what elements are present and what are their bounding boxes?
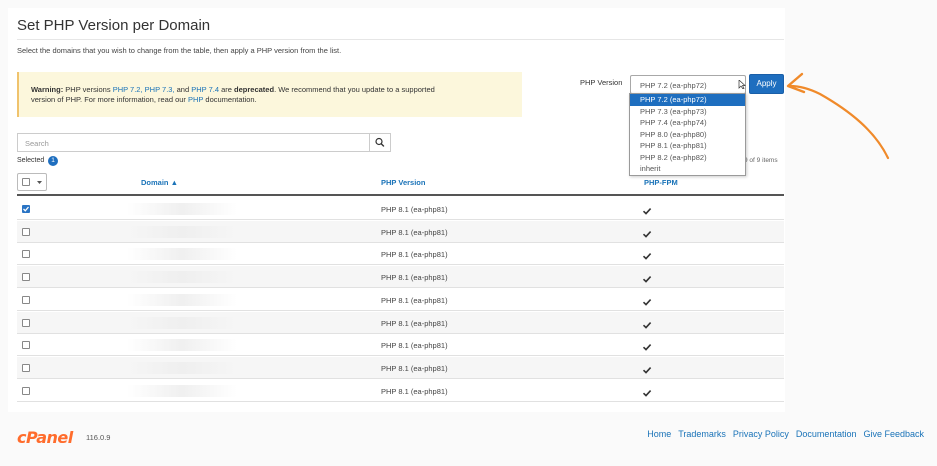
dropdown-option[interactable]: inherit	[630, 163, 745, 175]
footer-link-feedback[interactable]: Give Feedback	[863, 429, 924, 439]
checkmark-icon	[642, 271, 652, 283]
warning-text: . We recommend that you update to a supp…	[274, 85, 435, 94]
warning-text: version of PHP. For more information, re…	[31, 95, 189, 104]
table-row[interactable]: PHP 8.1 (ea-php81)	[17, 356, 784, 379]
php-version-cell: PHP 8.1 (ea-php81)	[381, 227, 448, 237]
checkmark-icon	[642, 248, 652, 261]
footer-link-home[interactable]: Home	[647, 429, 671, 439]
warning-label: Warning:	[31, 85, 64, 94]
domain-cell-redacted	[127, 248, 237, 261]
footer-link-privacy[interactable]: Privacy Policy	[733, 429, 789, 439]
warning-versions-link[interactable]: PHP 7.2, PHP 7.3,	[113, 85, 175, 94]
dropdown-option[interactable]: PHP 8.2 (ea-php82)	[630, 152, 745, 164]
domain-cell-redacted	[127, 293, 237, 306]
warning-version-link[interactable]: PHP 7.4	[191, 85, 219, 94]
warning-text: PHP versions	[63, 85, 113, 94]
php-version-dropdown: PHP 7.2 (ea-php72) PHP 7.3 (ea-php73) PH…	[629, 93, 746, 176]
php-version-cell: PHP 8.1 (ea-php81)	[381, 341, 448, 351]
dropdown-option[interactable]: PHP 7.3 (ea-php73)	[630, 106, 745, 118]
selected-count-badge: 1	[48, 156, 58, 166]
column-header-php-version[interactable]: PHP Version	[381, 178, 425, 187]
search-icon	[375, 137, 385, 147]
search-input[interactable]: Search	[17, 133, 370, 152]
footer-links: Home Trademarks Privacy Policy Documenta…	[647, 429, 924, 439]
table-row[interactable]: PHP 8.1 (ea-php81)	[17, 380, 784, 402]
warning-text: documentation.	[203, 95, 257, 104]
php-version-cell: PHP 8.1 (ea-php81)	[381, 250, 448, 260]
domain-cell-redacted	[127, 384, 237, 397]
annotation-arrow-icon	[786, 72, 890, 160]
domain-cell-redacted	[127, 271, 237, 284]
table-row[interactable]: PHP 8.1 (ea-php81)	[17, 334, 784, 357]
row-checkbox[interactable]	[22, 273, 30, 282]
row-checkbox[interactable]	[22, 341, 30, 350]
cpanel-logo[interactable]: cPanel	[17, 428, 73, 447]
row-checkbox[interactable]	[22, 318, 30, 327]
search-button[interactable]	[369, 133, 391, 152]
php-version-cell: PHP 8.1 (ea-php81)	[381, 318, 448, 328]
deprecation-warning: Warning: PHP versions PHP 7.2, PHP 7.3, …	[17, 72, 522, 117]
apply-button[interactable]: Apply	[749, 74, 784, 94]
title-divider	[17, 39, 784, 40]
checkmark-icon	[642, 317, 652, 329]
dropdown-option[interactable]: PHP 8.0 (ea-php80)	[630, 129, 745, 141]
row-checkbox[interactable]	[22, 250, 30, 259]
page-subtitle: Select the domains that you wish to chan…	[17, 46, 342, 55]
table-row[interactable]: PHP 8.1 (ea-php81)	[17, 311, 784, 334]
domain-cell-redacted	[127, 361, 237, 374]
row-checkbox[interactable]	[22, 295, 30, 304]
checkmark-icon	[642, 339, 652, 351]
warning-text: and	[174, 85, 192, 94]
row-checkbox[interactable]	[22, 205, 30, 213]
table-row[interactable]: PHP 8.1 (ea-php81)	[17, 243, 784, 266]
cpanel-version: 116.0.9	[86, 433, 111, 442]
row-checkbox[interactable]	[22, 227, 30, 236]
table-row[interactable]: PHP 8.1 (ea-php81)	[17, 220, 784, 243]
php-version-label: PHP Version	[580, 78, 623, 87]
table-row[interactable]: PHP 8.1 (ea-php81)	[17, 266, 784, 289]
php-version-cell: PHP 8.1 (ea-php81)	[381, 363, 448, 373]
table-row[interactable]: PHP 8.1 (ea-php81)	[17, 198, 784, 220]
php-version-cell: PHP 8.1 (ea-php81)	[381, 295, 448, 305]
php-version-cell: PHP 8.1 (ea-php81)	[381, 205, 448, 214]
page-title: Set PHP Version per Domain	[17, 17, 211, 34]
row-checkbox[interactable]	[22, 363, 30, 372]
php-version-cell: PHP 8.1 (ea-php81)	[381, 273, 448, 283]
footer-link-trademarks[interactable]: Trademarks	[678, 429, 726, 439]
cursor-icon	[738, 80, 746, 89]
table-row[interactable]: PHP 8.1 (ea-php81)	[17, 289, 784, 311]
php-version-select[interactable]: PHP 7.2 (ea-php72)	[630, 75, 746, 94]
select-all-checkbox[interactable]	[22, 178, 30, 186]
dropdown-option[interactable]: PHP 8.1 (ea-php81)	[630, 140, 745, 152]
selected-count-label: Selected	[17, 157, 45, 164]
checkmark-icon	[642, 294, 652, 306]
row-checkbox[interactable]	[22, 386, 30, 395]
domain-cell-redacted	[127, 225, 237, 238]
bulk-select-control[interactable]	[17, 173, 47, 191]
column-header-php-fpm[interactable]: PHP-FPM	[644, 178, 678, 187]
warning-text: are	[219, 85, 235, 94]
domain-cell-redacted	[127, 316, 237, 329]
items-count: 9 of 9 items	[744, 157, 778, 164]
checkmark-icon	[642, 203, 652, 215]
checkmark-icon	[642, 226, 652, 238]
dropdown-option[interactable]: PHP 7.4 (ea-php74)	[630, 117, 745, 129]
dropdown-option[interactable]: PHP 7.2 (ea-php72)	[630, 94, 745, 106]
php-version-cell: PHP 8.1 (ea-php81)	[381, 386, 448, 396]
chevron-down-icon[interactable]	[36, 180, 43, 185]
warning-deprecated: deprecated	[234, 85, 275, 94]
php-docs-link[interactable]: PHP	[188, 95, 203, 104]
domain-cell-redacted	[127, 339, 237, 352]
footer-link-documentation[interactable]: Documentation	[796, 429, 857, 439]
domain-cell-redacted	[127, 203, 237, 215]
checkmark-icon	[642, 362, 652, 374]
column-header-domain[interactable]: Domain ▲	[141, 178, 178, 187]
checkmark-icon	[642, 385, 652, 397]
